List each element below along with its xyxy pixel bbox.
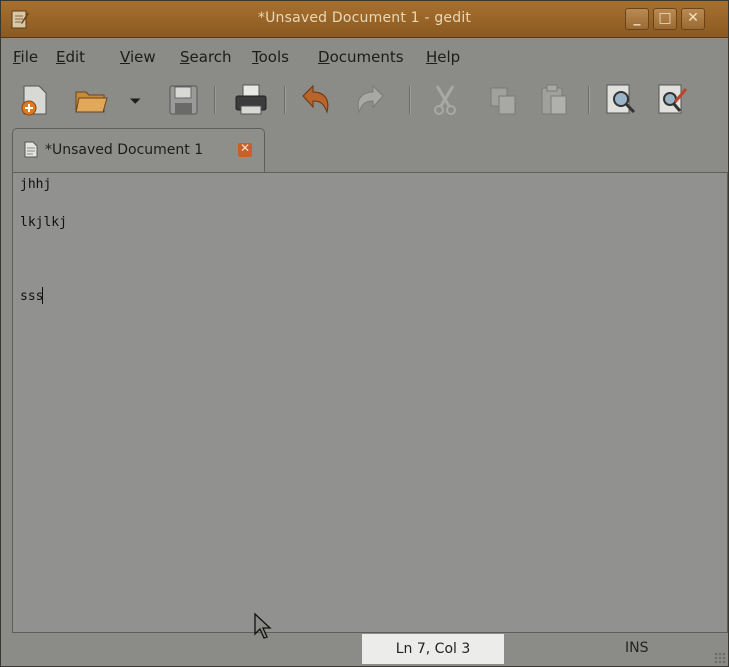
menu-tools[interactable]: Tools <box>252 48 289 66</box>
toolbar <box>1 72 728 128</box>
open-recent-dropdown[interactable] <box>121 80 151 120</box>
toolbar-separator <box>409 86 411 114</box>
toolbar-separator <box>214 86 216 114</box>
menu-documents[interactable]: Documents <box>318 48 404 66</box>
mouse-pointer-icon <box>254 612 272 639</box>
copy-button[interactable] <box>483 80 523 120</box>
tab-unsaved-document-1[interactable]: *Unsaved Document 1 ✕ <box>12 128 265 172</box>
open-button[interactable] <box>71 80 111 120</box>
text-line-7: sss <box>20 289 44 304</box>
cursor-position-status: Ln 7, Col 3 <box>362 634 504 664</box>
menu-view[interactable]: View <box>120 48 156 66</box>
toolbar-separator <box>284 86 286 114</box>
tab-close-button[interactable]: ✕ <box>238 141 252 157</box>
menu-help[interactable]: Help <box>426 48 460 66</box>
cut-icon <box>434 85 456 115</box>
document-icon <box>24 141 38 158</box>
text-line-3: lkjlkj <box>20 215 67 230</box>
text-line-1: jhhj <box>20 177 52 192</box>
redo-button[interactable] <box>349 80 389 120</box>
menu-file[interactable]: File <box>13 48 38 66</box>
text-editor-area[interactable]: jhhj lkjlkj sss <box>12 172 728 633</box>
find-replace-icon <box>658 84 688 114</box>
paste-icon <box>541 84 567 115</box>
find-icon <box>606 84 636 114</box>
open-folder-icon <box>75 91 108 113</box>
status-bar: Ln 7, Col 3 INS <box>1 633 728 666</box>
new-document-icon <box>21 85 47 116</box>
resize-grip[interactable] <box>714 652 726 664</box>
minimize-button[interactable]: _ <box>625 8 649 30</box>
undo-icon <box>302 84 329 114</box>
insert-mode-status: INS <box>625 640 649 656</box>
window-title: *Unsaved Document 1 - gedit <box>257 10 472 26</box>
print-button[interactable] <box>231 80 271 120</box>
close-button[interactable]: ✕ <box>681 8 705 30</box>
find-button[interactable] <box>601 80 641 120</box>
copy-icon <box>490 87 516 115</box>
text-cursor <box>42 287 43 304</box>
document-tab-bar: *Unsaved Document 1 ✕ <box>1 128 728 172</box>
open-recent-dropdown-icon <box>130 98 141 104</box>
menu-search[interactable]: Search <box>180 48 232 66</box>
maximize-icon: □ <box>658 10 672 26</box>
paste-button[interactable] <box>533 80 573 120</box>
title-bar[interactable]: *Unsaved Document 1 - gedit _ □ ✕ <box>1 1 728 38</box>
close-tab-icon: ✕ <box>239 141 251 155</box>
undo-button[interactable] <box>297 80 337 120</box>
menu-bar: File Edit View Search Tools Documents He… <box>1 38 728 72</box>
print-icon <box>235 84 267 115</box>
maximize-button[interactable]: □ <box>653 8 677 30</box>
menu-edit[interactable]: Edit <box>56 48 85 66</box>
save-button[interactable] <box>163 80 203 120</box>
tab-label: *Unsaved Document 1 <box>45 142 204 158</box>
close-icon: ✕ <box>687 10 699 26</box>
new-button[interactable] <box>15 80 55 120</box>
redo-icon <box>357 84 384 114</box>
save-icon <box>169 85 198 115</box>
minimize-icon: _ <box>633 10 641 26</box>
gedit-window: *Unsaved Document 1 - gedit _ □ ✕ File E… <box>0 0 729 667</box>
cut-button[interactable] <box>425 80 465 120</box>
toolbar-separator <box>588 86 590 114</box>
find-replace-button[interactable] <box>653 80 693 120</box>
